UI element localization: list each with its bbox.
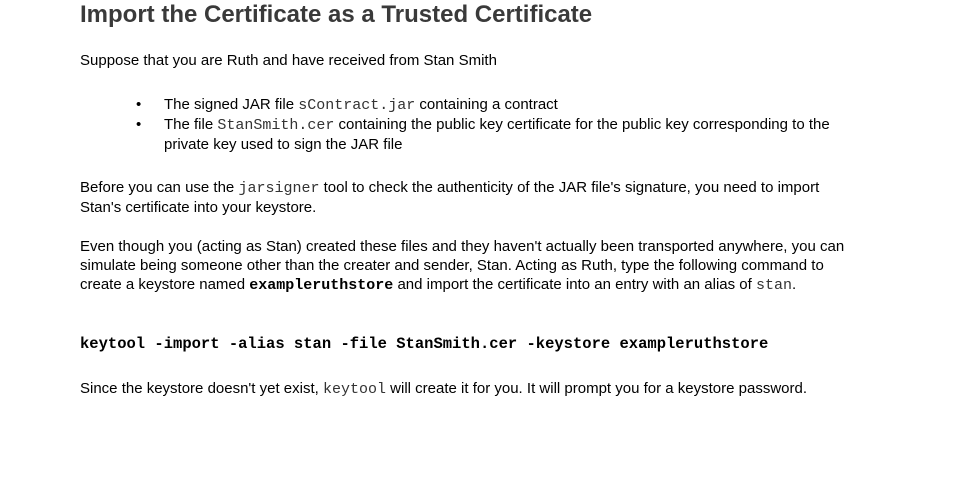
keystore-name-code: exampleruthstore (249, 277, 394, 294)
alias-code: stan (756, 277, 793, 294)
list-item-text-post: containing a contract (415, 96, 558, 113)
simulate-paragraph: Even though you (acting as Stan) created… (80, 237, 865, 295)
inline-code: keytool (323, 381, 387, 398)
list-item-text-pre: The file (164, 116, 218, 133)
bullet-icon: • (136, 96, 142, 113)
intro-paragraph: Suppose that you are Ruth and have recei… (80, 52, 497, 69)
paragraph-text: . (792, 276, 797, 293)
list-item-text-pre: The signed JAR file (164, 96, 299, 113)
paragraph-text: will create it for you. It will prompt y… (386, 380, 808, 397)
keytool-command: keytool -import -alias stan -file StanSm… (80, 335, 769, 353)
list-item: • The signed JAR file sContract.jar cont… (136, 95, 856, 115)
list-item-code: StanSmith.cer (217, 117, 335, 134)
jarsigner-paragraph: Before you can use the jarsigner tool to… (80, 178, 840, 217)
paragraph-text: Since the keystore doesn't yet exist, (80, 380, 323, 397)
bullet-icon: • (136, 116, 142, 133)
keystore-paragraph: Since the keystore doesn't yet exist, ke… (80, 379, 920, 399)
page-title: Import the Certificate as a Trusted Cert… (80, 1, 593, 28)
list-item-code: sContract.jar (298, 97, 416, 114)
document-page: Import the Certificate as a Trusted Cert… (0, 0, 970, 479)
list-item: • The file StanSmith.cer containing the … (136, 115, 856, 154)
paragraph-text: and import the certificate into an entry… (393, 276, 756, 293)
inline-code: jarsigner (238, 180, 320, 197)
file-list: • The signed JAR file sContract.jar cont… (136, 95, 856, 154)
paragraph-text: Before you can use the (80, 179, 239, 196)
